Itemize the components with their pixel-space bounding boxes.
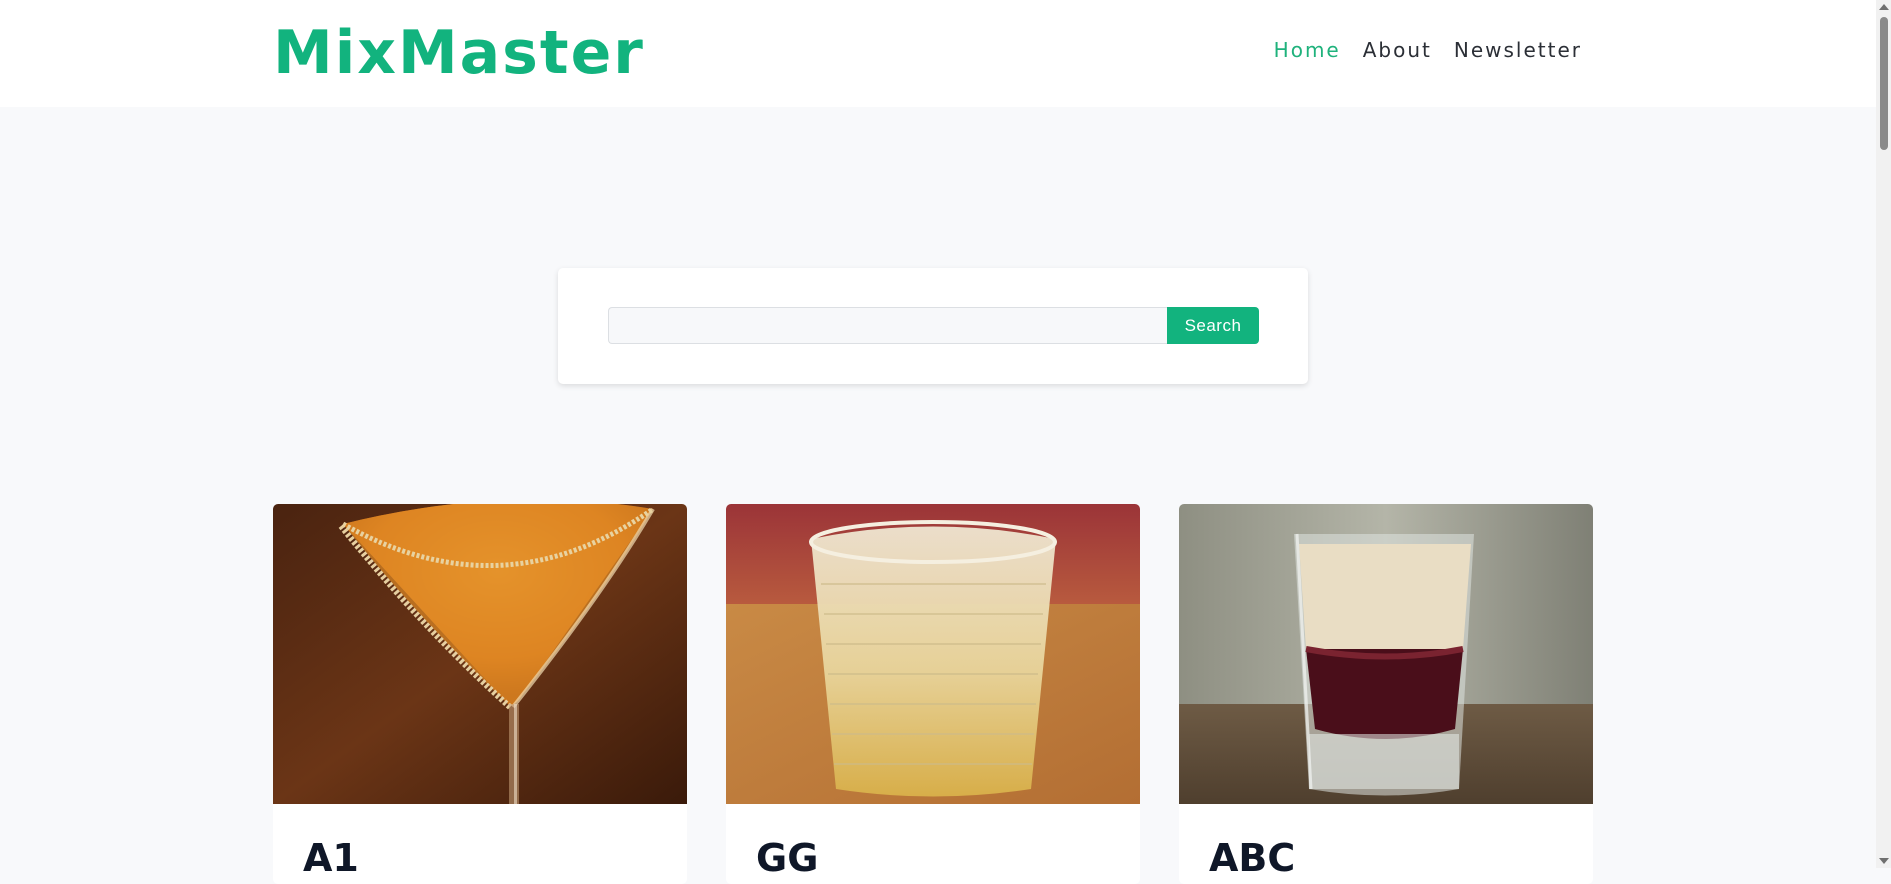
cocktail-name[interactable]: GG <box>756 834 818 882</box>
cocktail-shot-glass-icon[interactable] <box>1179 504 1593 804</box>
nav-newsletter-link[interactable]: Newsletter <box>1454 36 1582 64</box>
page-scrollbar[interactable] <box>1876 0 1891 868</box>
cocktail-name[interactable]: A1 <box>303 834 359 882</box>
scrollbar-thumb[interactable] <box>1880 17 1888 150</box>
cocktail-card[interactable]: GG <box>726 504 1140 884</box>
nav-about-link[interactable]: About <box>1363 36 1432 64</box>
nav-home-link[interactable]: Home <box>1274 36 1341 64</box>
cocktail-name[interactable]: ABC <box>1209 834 1295 882</box>
search-card: Search <box>558 268 1308 384</box>
cocktail-martini-glass-icon[interactable] <box>273 504 687 804</box>
cocktail-rocks-glass-icon[interactable] <box>726 504 1140 804</box>
scroll-up-icon[interactable] <box>1879 4 1889 10</box>
search-input[interactable] <box>608 307 1168 344</box>
main-nav: Home About Newsletter <box>1274 36 1582 64</box>
scroll-down-icon[interactable] <box>1879 858 1889 864</box>
brand-logo[interactable]: MixMaster <box>273 14 645 92</box>
cocktail-card[interactable]: ABC <box>1179 504 1593 884</box>
search-button[interactable]: Search <box>1167 307 1259 344</box>
cocktail-card[interactable]: A1 <box>273 504 687 884</box>
site-header: MixMaster Home About Newsletter <box>0 0 1876 107</box>
